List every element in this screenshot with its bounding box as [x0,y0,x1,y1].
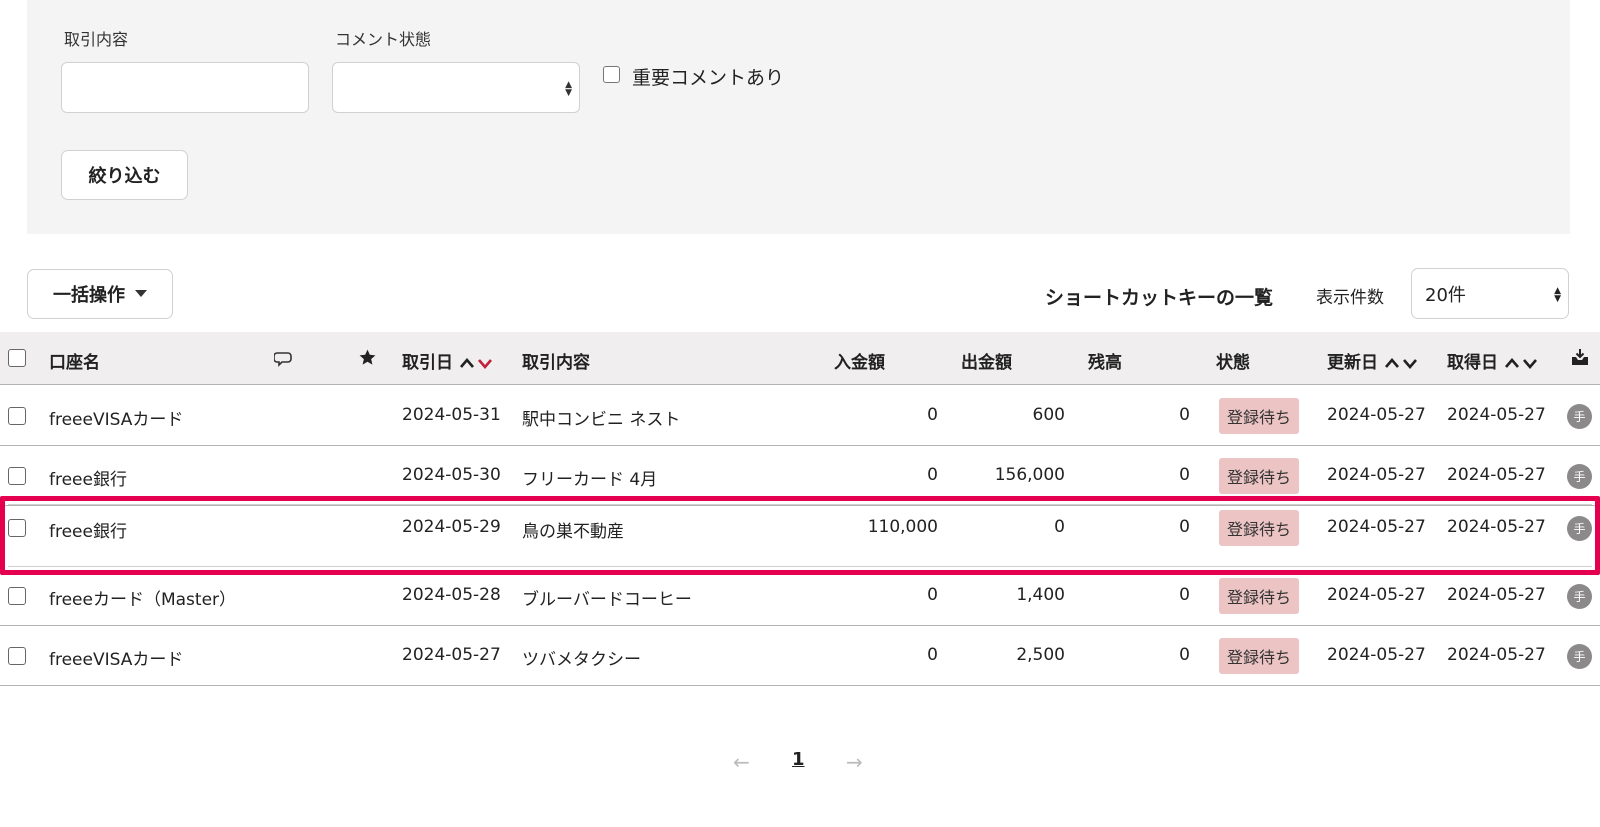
balance-cell: 0 [1179,517,1190,537]
select-arrows-icon: ▲ ▼ [565,80,572,98]
per-page-label: 表示件数 [1316,288,1384,308]
description-cell[interactable]: 駅中コンビニ ネスト [522,405,680,430]
header-date[interactable]: 取引日 [402,348,493,373]
shortcut-list-link[interactable]: ショートカットキーの一覧 [1045,283,1273,310]
account-cell: freee銀行 [49,522,127,542]
table-row[interactable]: freeeVISAカード 2024-05-27 ツバメタクシー 0 2,500 0 2024… [0,626,1600,686]
manual-entry-icon: 手 [1567,644,1592,669]
star-icon[interactable] [358,348,377,367]
description-cell[interactable]: ツバメタクシー [522,645,641,670]
prev-page-arrow[interactable]: ← [733,750,750,774]
filter-panel [27,0,1570,234]
account-cell: freeeVISAカード [49,410,184,430]
account-cell: freeeカード（Master） [49,590,237,610]
header-status: 状態 [1216,353,1250,373]
date-cell: 2024-05-28 [402,585,501,605]
row-checkbox[interactable] [8,407,26,425]
table-row[interactable]: freeeVISAカード 2024-05-31 駅中コンビニ ネスト 0 600 0 202… [0,386,1600,446]
current-page[interactable]: 1 [792,749,805,770]
manual-entry-icon: 手 [1567,516,1592,541]
header-deposit: 入金額 [834,353,885,373]
header-balance: 残高 [1088,353,1122,373]
bulk-action-label: 一括操作 [53,285,125,306]
withdrawal-cell: 156,000 [994,465,1065,485]
header-description: 取引内容 [522,353,590,373]
date-cell: 2024-05-30 [402,465,501,485]
status-badge: 登録待ち [1219,578,1299,614]
description-cell[interactable]: 鳥の巣不動産 [522,517,624,542]
important-comment-checkbox[interactable] [603,66,620,83]
next-page-arrow[interactable]: → [846,750,863,774]
manual-entry-icon: 手 [1567,584,1592,609]
date-cell: 2024-05-31 [402,405,501,425]
table-row[interactable]: freee銀行 2024-05-29 鳥の巣不動産 110,000 0 0 2024-05-… [0,496,1600,575]
date-cell: 2024-05-27 [402,645,501,665]
sort-arrows-icon[interactable] [1384,357,1418,369]
updated-date-cell: 2024-05-27 [1327,405,1426,425]
withdrawal-cell: 1,400 [1016,585,1065,605]
status-badge: 登録待ち [1219,398,1299,434]
description-filter-input[interactable] [61,62,309,113]
sort-arrows-icon[interactable] [459,357,493,369]
header-withdrawal: 出金額 [961,353,1012,373]
row-checkbox[interactable] [8,587,26,605]
updated-date-cell: 2024-05-27 [1327,585,1426,605]
updated-date-cell: 2024-05-27 [1327,645,1426,665]
bulk-action-button[interactable]: 一括操作 [27,269,173,319]
deposit-cell: 110,000 [867,517,938,537]
balance-cell: 0 [1179,465,1190,485]
acquired-date-cell: 2024-05-27 [1447,645,1546,665]
per-page-select[interactable]: 20件 ▲ ▼ [1411,268,1569,319]
description-filter-label: 取引内容 [64,30,129,49]
comment-icon[interactable] [274,350,294,368]
per-page-value: 20件 [1425,284,1466,306]
date-cell: 2024-05-29 [402,517,501,537]
updated-date-cell: 2024-05-27 [1327,465,1426,485]
deposit-cell: 0 [927,405,938,425]
withdrawal-cell: 2,500 [1016,645,1065,665]
withdrawal-cell: 600 [1032,405,1065,425]
sort-arrows-icon[interactable] [1504,357,1538,369]
header-updated-label: 更新日 [1327,353,1378,373]
acquired-date-cell: 2024-05-27 [1447,465,1546,485]
select-arrows-icon: ▲ ▼ [1554,286,1561,304]
account-cell: freee銀行 [49,470,127,490]
header-date-label: 取引日 [402,353,453,373]
withdrawal-cell: 0 [1054,517,1065,537]
header-acquired-label: 取得日 [1447,353,1498,373]
caret-down-icon [135,290,147,297]
account-cell: freeeVISAカード [49,650,184,670]
comment-status-select[interactable]: ▲ ▼ [332,62,580,113]
status-badge: 登録待ち [1219,510,1299,546]
inbox-icon [1572,349,1588,365]
comment-status-label: コメント状態 [335,30,432,49]
acquired-date-cell: 2024-05-27 [1447,517,1546,537]
manual-entry-icon: 手 [1567,464,1592,489]
select-all-checkbox[interactable] [8,349,26,367]
deposit-cell: 0 [927,465,938,485]
table-header: 口座名 取引日 取引内容 入金額 出金額 残高 状態 更新日 取得日 [0,332,1600,385]
balance-cell: 0 [1179,405,1190,425]
balance-cell: 0 [1179,645,1190,665]
header-updated[interactable]: 更新日 [1327,348,1418,373]
row-checkbox[interactable] [8,519,26,537]
header-account[interactable]: 口座名 [49,348,100,373]
row-checkbox[interactable] [8,467,26,485]
balance-cell: 0 [1179,585,1190,605]
table-row[interactable]: freeeカード（Master） 2024-05-28 ブルーバードコーヒー 0 1,4… [0,566,1600,626]
deposit-cell: 0 [927,645,938,665]
description-cell[interactable]: ブルーバードコーヒー [522,585,692,610]
row-checkbox[interactable] [8,647,26,665]
header-acquired[interactable]: 取得日 [1447,348,1538,373]
description-cell[interactable]: フリーカード 4月 [522,465,657,490]
acquired-date-cell: 2024-05-27 [1447,405,1546,425]
updated-date-cell: 2024-05-27 [1327,517,1426,537]
manual-entry-icon: 手 [1567,404,1592,429]
status-badge: 登録待ち [1219,638,1299,674]
important-comment-label: 重要コメントあり [632,67,785,89]
filter-button[interactable]: 絞り込む [61,150,188,200]
acquired-date-cell: 2024-05-27 [1447,585,1546,605]
status-badge: 登録待ち [1219,458,1299,494]
deposit-cell: 0 [927,585,938,605]
